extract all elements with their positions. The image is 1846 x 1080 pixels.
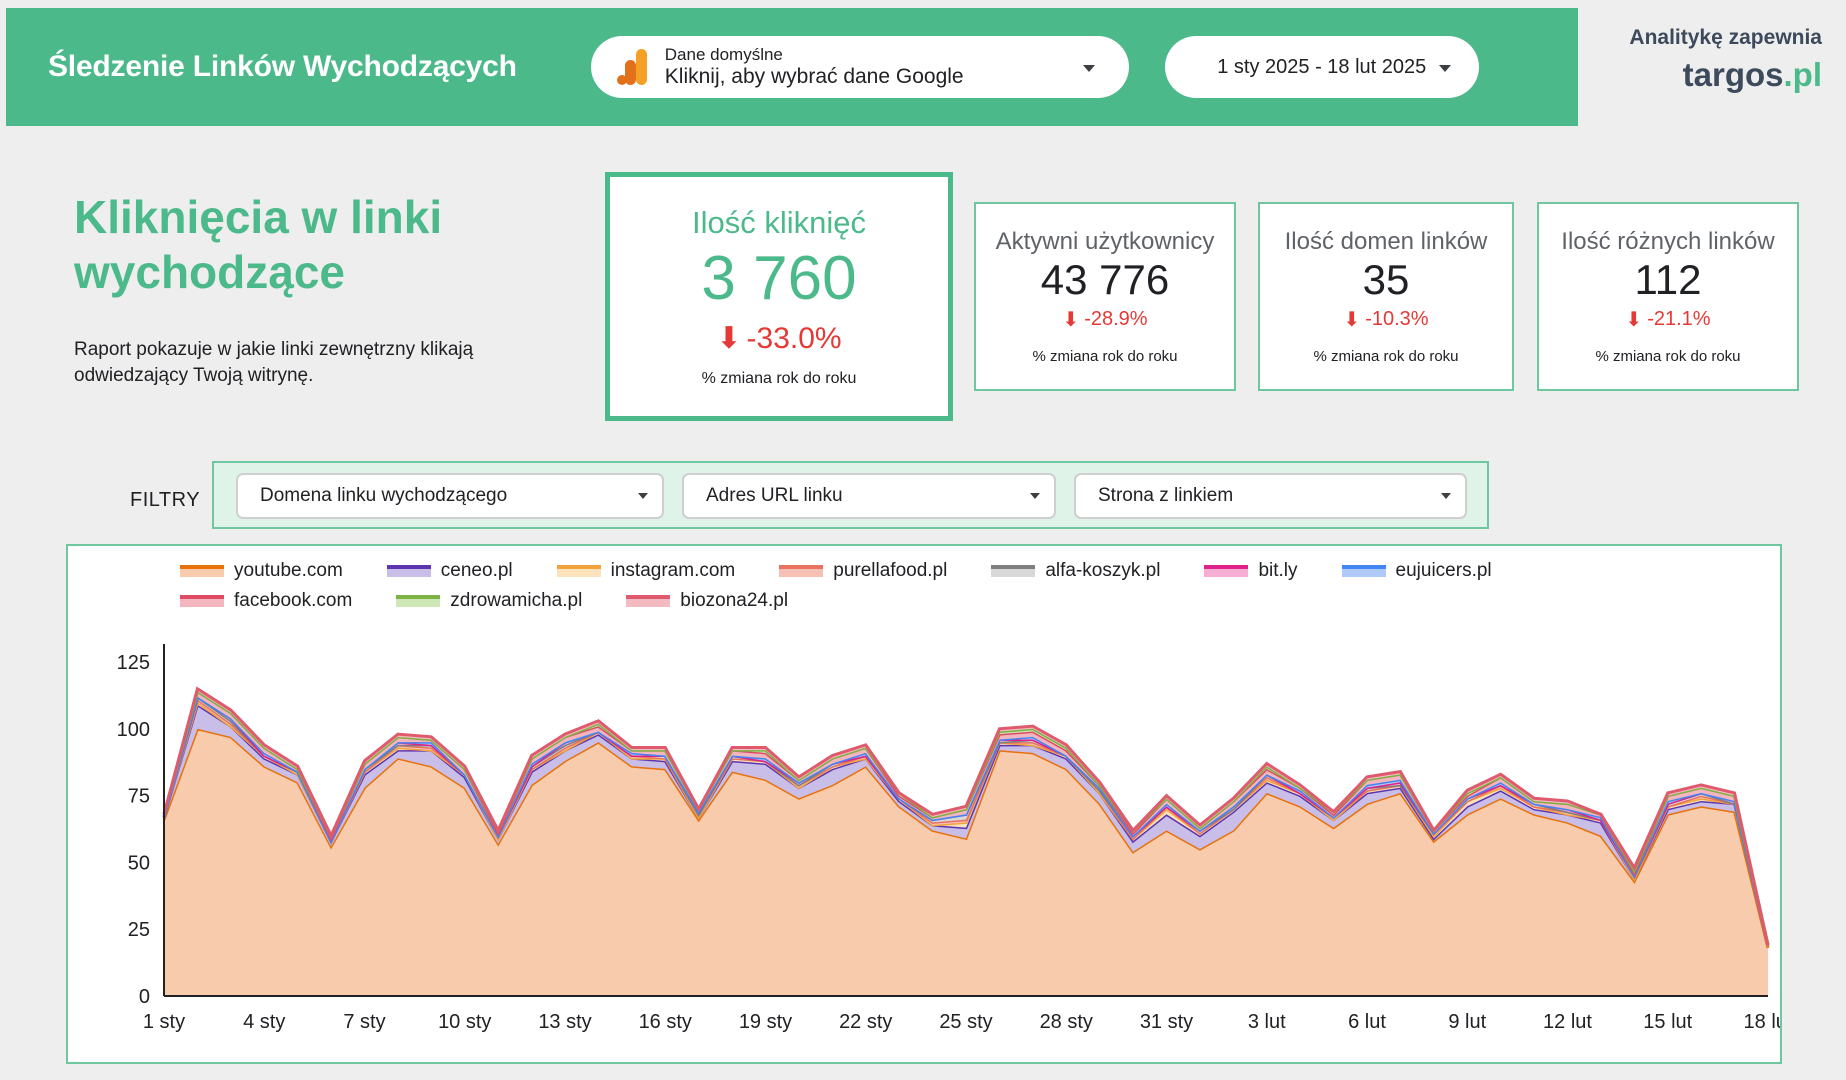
filter-source-page[interactable]: Strona z linkiem [1074, 473, 1467, 519]
area-youtube.com [164, 728, 1768, 996]
x-axis-tick-label: 3 lut [1248, 1011, 1286, 1033]
x-axis-tick-label: 31 sty [1140, 1011, 1193, 1033]
clicks-over-time-chart[interactable]: youtube.com ceneo.pl instagram.com purellaf… [66, 544, 1782, 1064]
x-axis-tick-label: 28 sty [1040, 1011, 1093, 1033]
kpi-sublabel: % zmiana rok do roku [701, 370, 857, 388]
chevron-down-icon[interactable] [638, 493, 648, 499]
y-axis-tick-label: 100 [117, 719, 150, 741]
filter-value: Strona z linkiem [1098, 485, 1234, 506]
kpi-sublabel: % zmiana rok do roku [1595, 348, 1741, 366]
arrow-down-icon: ⬇ [1343, 309, 1361, 332]
x-axis-tick-label: 22 sty [839, 1011, 892, 1033]
kpi-label: Ilość różnych linków [1561, 227, 1775, 255]
y-axis-tick-label: 50 [128, 852, 150, 874]
x-axis-tick-label: 10 sty [438, 1011, 491, 1033]
kpi-card-active-users: Aktywni użytkownicy 43 776 ⬇ -28.9% % zm… [974, 202, 1236, 391]
chevron-down-icon[interactable] [1082, 65, 1095, 72]
kpi-delta-value: -28.9% [1084, 308, 1148, 331]
kpi-value: 35 [1362, 255, 1410, 303]
filters-bar: Domena linku wychodzącego Adres URL link… [212, 461, 1489, 529]
google-analytics-icon [616, 49, 647, 85]
kpi-label: Ilość kliknięć [692, 204, 866, 240]
datasource-selector[interactable]: Dane domyślne Kliknij, aby wybrać dane G… [590, 36, 1129, 98]
kpi-delta: ⬇ -28.9% [1062, 307, 1147, 332]
brand-tagline: Analitykę zapewnia [1629, 26, 1822, 49]
chevron-down-icon[interactable] [1438, 65, 1451, 72]
x-axis-tick-label: 1 sty [143, 1011, 185, 1033]
x-axis-tick-label: 9 lut [1448, 1011, 1486, 1033]
kpi-label: Aktywni użytkownicy [995, 227, 1215, 255]
filter-link-domain[interactable]: Domena linku wychodzącego [236, 473, 664, 519]
filter-value: Domena linku wychodzącego [260, 485, 508, 506]
arrow-down-icon: ⬇ [1062, 309, 1080, 332]
chart-plot-area: 0 25 50 75 100 125 1 sty 4 sty 7 sty 10 sty 13 sty… [117, 644, 1780, 1033]
kpi-label: Ilość domen linków [1284, 227, 1488, 255]
x-axis-tick-label: 25 sty [939, 1011, 992, 1033]
kpi-delta-value: -33.0% [746, 321, 842, 355]
datasource-hint: Kliknij, aby wybrać dane Google [664, 64, 964, 88]
page-title: Kliknięcia w linki wychodzące [74, 191, 443, 299]
kpi-value: 112 [1634, 255, 1702, 303]
datasource-name: Dane domyślne [664, 44, 783, 64]
x-axis-tick-label: 13 sty [538, 1011, 591, 1033]
brand-logo: targos.pl [1629, 56, 1822, 94]
kpi-sublabel: % zmiana rok do roku [1313, 348, 1459, 366]
date-range-selector[interactable]: 1 sty 2025 - 18 lut 2025 [1164, 36, 1479, 98]
kpi-sublabel: % zmiana rok do roku [1032, 348, 1178, 366]
app-header: Śledzenie Linków Wychodzących Dane domyś… [6, 8, 1578, 126]
kpi-delta: ⬇ -33.0% [716, 321, 841, 356]
chevron-down-icon[interactable] [1441, 493, 1451, 499]
arrow-down-icon: ⬇ [716, 322, 742, 356]
filter-link-url[interactable]: Adres URL linku [682, 473, 1056, 519]
kpi-delta-value: -10.3% [1365, 308, 1429, 331]
x-axis-tick-label: 15 lut [1643, 1011, 1692, 1033]
arrow-down-icon: ⬇ [1625, 309, 1643, 332]
kpi-card-clicks: Ilość kliknięć 3 760 ⬇ -33.0% % zmiana r… [605, 172, 953, 421]
x-axis-tick-label: 6 lut [1348, 1011, 1386, 1033]
kpi-card-link-domains: Ilość domen linków 35 ⬇ -10.3% % zmiana … [1258, 202, 1514, 391]
kpi-card-distinct-links: Ilość różnych linków 112 ⬇ -21.1% % zmia… [1537, 202, 1799, 391]
chevron-down-icon[interactable] [1030, 493, 1040, 499]
brand-logo-name: targos [1682, 56, 1784, 93]
page-description: Raport pokazuje w jakie linki zewnętrzny… [74, 339, 474, 387]
kpi-value: 3 760 [701, 243, 857, 313]
x-axis-tick-label: 18 lut [1744, 1011, 1780, 1033]
filters-label: FILTRY [130, 489, 201, 511]
x-axis-tick-label: 16 sty [639, 1011, 692, 1033]
x-axis-tick-label: 7 sty [343, 1011, 385, 1033]
y-axis-tick-label: 25 [128, 919, 150, 941]
y-axis-tick-label: 75 [128, 786, 150, 808]
kpi-delta-value: -21.1% [1647, 308, 1711, 331]
x-axis-tick-label: 4 sty [243, 1011, 285, 1033]
x-axis-tick-label: 19 sty [739, 1011, 792, 1033]
brand-logo-tld: .pl [1783, 56, 1823, 93]
y-axis-tick-label: 125 [117, 652, 150, 674]
app-title: Śledzenie Linków Wychodzących [48, 50, 517, 83]
x-axis-tick-label: 12 lut [1543, 1011, 1592, 1033]
kpi-value: 43 776 [1040, 255, 1170, 303]
kpi-delta: ⬇ -21.1% [1625, 307, 1710, 332]
filter-value: Adres URL linku [706, 485, 843, 506]
y-axis-tick-label: 0 [139, 986, 150, 1008]
brand-block: Analitykę zapewnia targos.pl [1629, 26, 1822, 94]
kpi-delta: ⬇ -10.3% [1343, 307, 1428, 332]
date-range-value: 1 sty 2025 - 18 lut 2025 [1217, 55, 1427, 78]
